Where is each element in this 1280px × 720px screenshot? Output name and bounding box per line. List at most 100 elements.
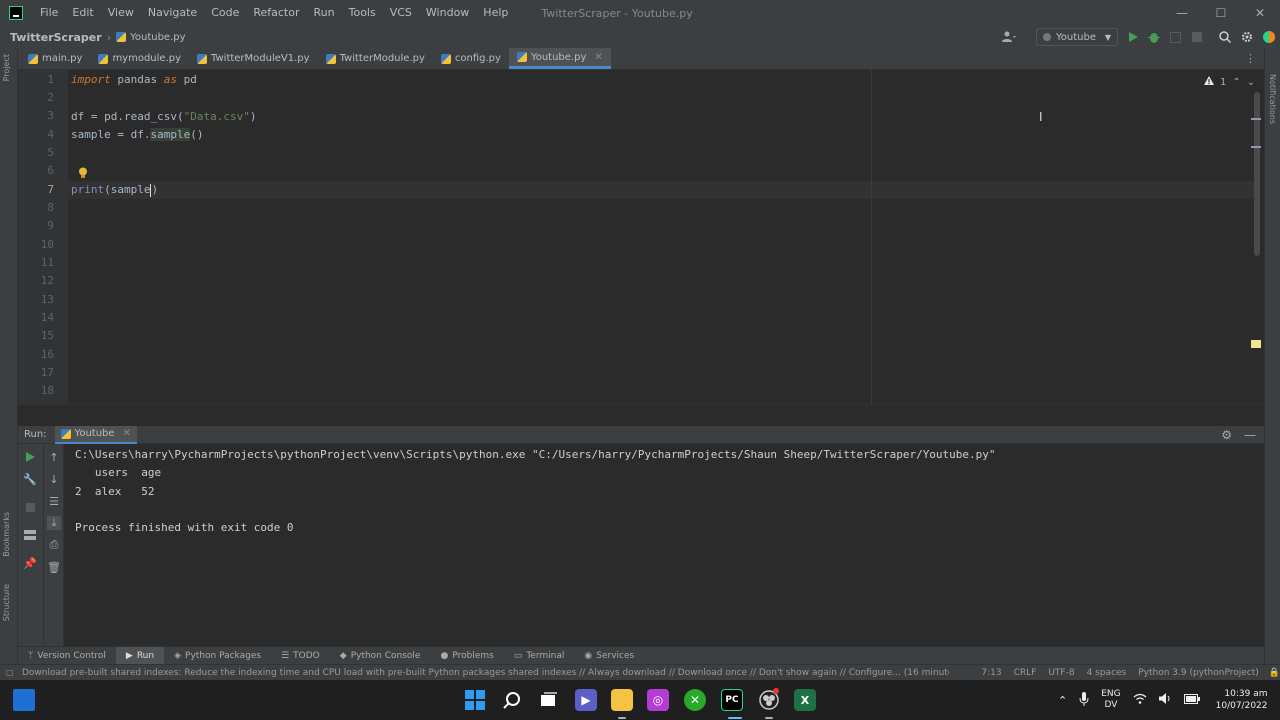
tool-tab-python-console[interactable]: ◆ Python Console (330, 647, 431, 665)
layout-icon[interactable] (23, 528, 37, 542)
tool-tab-python-packages[interactable]: ◈ Python Packages (164, 647, 271, 665)
user-icon[interactable] (998, 30, 1020, 44)
excel-icon[interactable]: X (794, 689, 816, 711)
microphone-icon[interactable] (1079, 691, 1089, 709)
menu-tools[interactable]: Tools (342, 0, 383, 26)
tool-tab-todo[interactable]: ☰ TODO (271, 647, 330, 665)
start-menu-icon[interactable] (464, 689, 486, 711)
battery-icon[interactable] (1183, 693, 1200, 707)
xbox-icon[interactable]: ✕ (684, 689, 706, 711)
identifier: df (71, 110, 91, 123)
volume-icon[interactable] (1158, 693, 1172, 707)
soft-wrap-icon[interactable]: ☰ (47, 494, 61, 508)
clock-time: 10:39 am (1224, 689, 1268, 699)
chevron-down-icon[interactable]: ⌄ (1247, 77, 1255, 88)
tab-config-py[interactable]: config.py (433, 48, 509, 69)
maximize-button[interactable]: ☐ (1201, 0, 1241, 26)
project-tool-tab[interactable]: Project (2, 54, 11, 81)
menu-file[interactable]: File (33, 0, 65, 26)
chevron-up-icon[interactable]: ⌃ (1232, 77, 1240, 88)
show-desktop-icon[interactable] (13, 689, 35, 711)
language-indicator[interactable]: ENG DV (1101, 689, 1120, 711)
menu-view[interactable]: View (101, 0, 141, 26)
coverage-button[interactable] (1168, 30, 1182, 44)
file-explorer-icon[interactable] (611, 689, 633, 711)
rerun-icon[interactable] (23, 450, 37, 464)
lock-icon[interactable]: 🔒 (1269, 668, 1280, 678)
identifier: pandas (110, 73, 164, 86)
instagram-icon[interactable]: ◎ (647, 689, 669, 711)
status-message[interactable]: Download pre-built shared indexes: Reduc… (22, 668, 949, 678)
run-button[interactable] (1126, 30, 1140, 44)
menu-run[interactable]: Run (307, 0, 342, 26)
task-view-icon[interactable] (538, 689, 560, 711)
breadcrumb-project[interactable]: TwitterScraper (10, 31, 102, 44)
warning-marker[interactable] (1251, 340, 1261, 348)
caret-position[interactable]: 7:13 (975, 668, 1007, 678)
tool-tab-terminal[interactable]: ▭ Terminal (504, 647, 575, 665)
close-window-button[interactable]: ✕ (1240, 0, 1280, 26)
run-console[interactable]: C:\Users\harry\PycharmProjects\pythonPro… (64, 444, 1264, 646)
tool-tab-version-control[interactable]: ᛘ Version Control (18, 647, 116, 665)
tab-youtube-py[interactable]: Youtube.py ✕ (508, 48, 611, 69)
tab-twittermodule-py[interactable]: TwitterModule.py (318, 48, 433, 69)
tab-mymodule-py[interactable]: mymodule.py (90, 48, 189, 69)
close-tab-icon[interactable]: ✕ (594, 52, 602, 63)
clock[interactable]: 10:39 am 10/07/2022 (1216, 688, 1268, 712)
inspections-widget[interactable]: 1 ⌃ ⌄ (1204, 76, 1255, 88)
pin-icon[interactable]: 📌 (23, 556, 37, 570)
code-editor[interactable]: 1 2 3 4 5 6 7 8 9 10 11 12 13 14 15 16 1… (18, 70, 1264, 404)
menu-help[interactable]: Help (476, 0, 515, 26)
arrow-up-icon[interactable]: ↑ (47, 450, 61, 464)
tool-tab-run[interactable]: ▶ Run (115, 646, 165, 665)
menu-refactor[interactable]: Refactor (246, 0, 306, 26)
close-tab-icon[interactable]: ✕ (123, 428, 131, 439)
debug-button[interactable] (1147, 30, 1161, 44)
search-icon[interactable] (1218, 30, 1232, 44)
more-tabs-icon[interactable]: ⋮ (1245, 52, 1256, 65)
run-configuration-select[interactable]: Youtube ▼ (1036, 28, 1118, 46)
menu-navigate[interactable]: Navigate (141, 0, 204, 26)
identifier: pd. (97, 110, 124, 123)
panel-splitter[interactable] (18, 404, 1264, 426)
scroll-to-end-icon[interactable]: ⤓ (47, 516, 61, 530)
teams-chat-icon[interactable]: ▶ (575, 689, 597, 711)
stop-button[interactable] (1190, 30, 1204, 44)
jetbrains-logo-icon[interactable] (1262, 30, 1276, 44)
menu-edit[interactable]: Edit (65, 0, 100, 26)
search-icon[interactable] (501, 689, 523, 711)
gear-icon[interactable]: ⚙ (1221, 428, 1232, 442)
chevron-up-icon[interactable]: ⌃ (1058, 694, 1067, 707)
python-interpreter[interactable]: Python 3.9 (pythonProject) (1132, 668, 1265, 678)
gear-icon[interactable] (1240, 30, 1254, 44)
menu-window[interactable]: Window (419, 0, 476, 26)
line-number: 2 (47, 91, 54, 104)
menu-code[interactable]: Code (204, 0, 246, 26)
editor-scrollbar[interactable] (1254, 92, 1260, 256)
code-area[interactable]: import pandas as pd df = pd.read_csv("Da… (71, 70, 1251, 404)
breadcrumb-file[interactable]: Youtube.py (130, 32, 185, 43)
warning-icon (1204, 76, 1214, 88)
line-number: 7 (47, 183, 54, 196)
wifi-icon[interactable] (1133, 693, 1147, 707)
print-icon[interactable]: ⎙ (47, 538, 61, 552)
tool-tab-services[interactable]: ◉ Services (574, 647, 644, 665)
hide-panel-icon[interactable]: — (1244, 428, 1256, 442)
stop-icon[interactable] (23, 500, 37, 514)
trash-icon[interactable]: 🗑 (47, 560, 61, 574)
tool-tab-problems[interactable]: ● Problems (430, 647, 503, 665)
wrench-icon[interactable]: 🔧 (23, 472, 37, 486)
tab-main-py[interactable]: main.py (18, 48, 90, 69)
arrow-down-icon[interactable]: ↓ (47, 472, 61, 486)
tab-twittermodulev1-py[interactable]: TwitterModuleV1.py (189, 48, 318, 69)
bookmarks-tool-tab[interactable]: Bookmarks (2, 512, 11, 557)
file-encoding[interactable]: UTF-8 (1042, 668, 1080, 678)
minimize-button[interactable]: — (1162, 0, 1202, 26)
run-tab-youtube[interactable]: Youtube ✕ (54, 425, 137, 444)
menu-vcs[interactable]: VCS (383, 0, 419, 26)
pycharm-taskbar-icon[interactable]: PC (721, 689, 743, 711)
line-separator[interactable]: CRLF (1008, 668, 1043, 678)
notifications-tool-tab[interactable]: Notifications (1268, 74, 1277, 124)
indent-setting[interactable]: 4 spaces (1081, 668, 1133, 678)
structure-tool-tab[interactable]: Structure (2, 584, 11, 621)
